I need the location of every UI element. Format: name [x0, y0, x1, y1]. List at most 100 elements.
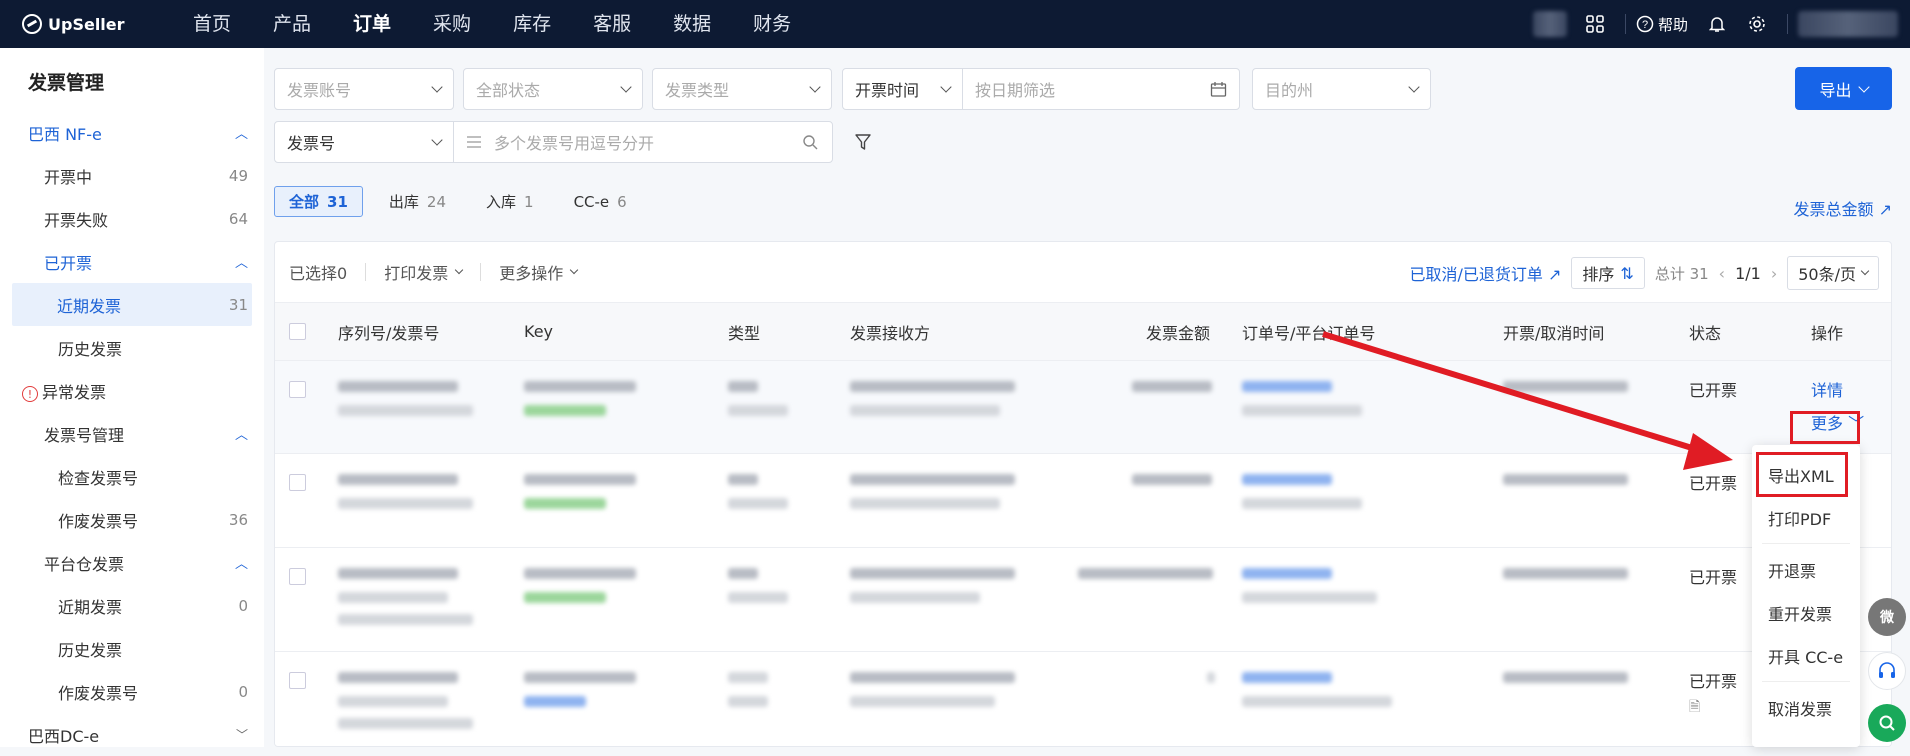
row-checkbox[interactable] [289, 672, 306, 689]
invoice-account-select[interactable]: 发票账号 [274, 68, 454, 110]
sidebar-item-platform-history[interactable]: 历史发票 [0, 627, 264, 670]
blurred-receiver [850, 474, 1015, 485]
gear-icon[interactable] [1746, 13, 1768, 35]
sidebar-group-brazil-nfe[interactable]: 巴西 NF-e ︿ [0, 111, 264, 154]
sidebar-item-history[interactable]: 历史发票 [0, 326, 264, 369]
sidebar-item-recent-invoices[interactable]: 近期发票 31 [12, 283, 252, 326]
table-row[interactable]: 已开票 [275, 548, 1891, 652]
nav-inventory[interactable]: 库存 [492, 0, 572, 48]
sidebar-item-platform-recent[interactable]: 近期发票 0 [0, 584, 264, 627]
menu-print-pdf[interactable]: 打印PDF [1752, 496, 1860, 539]
filter-icon[interactable] [855, 134, 871, 151]
document-icon[interactable]: 🗎 [1689, 696, 1700, 720]
menu-cancel-invoice[interactable]: 取消发票 [1752, 686, 1860, 729]
sidebar-group-brazil-dce[interactable]: 巴西DC-e ﹀ [0, 713, 264, 756]
help-button[interactable]: ? 帮助 [1636, 14, 1688, 35]
prev-page-button[interactable]: ‹ [1719, 264, 1725, 283]
invoice-table: 已选择0 打印发票 更多操作 已取消/已退货订单 ↗ 排序 ⇅ 总计 31 ‹ 1… [274, 241, 1892, 747]
col-amount: 发票金额 [1146, 323, 1211, 343]
sidebar-item-failed[interactable]: 开票失败 64 [0, 197, 264, 240]
chevron-down-icon [620, 81, 632, 93]
search-field-select[interactable]: 发票号 [274, 121, 454, 163]
external-link-icon: ↗ [1878, 200, 1892, 219]
nav-products[interactable]: 产品 [252, 0, 332, 48]
tab-all[interactable]: 全部 31 [274, 186, 363, 217]
invoice-number-search-input[interactable]: 多个发票号用逗号分开 [453, 121, 833, 163]
sidebar-item-platform-void[interactable]: 作废发票号 0 [0, 670, 264, 713]
row-checkbox[interactable] [289, 381, 306, 398]
divider [1762, 681, 1850, 682]
export-button[interactable]: 导出 [1795, 67, 1892, 110]
nav-service[interactable]: 客服 [572, 0, 652, 48]
blurred-key [524, 568, 636, 579]
blurred-shop-switcher[interactable] [1532, 11, 1567, 37]
blurred-receiver [850, 568, 1015, 579]
divider [1787, 14, 1788, 34]
blurred-type-sub [728, 498, 788, 509]
nav-orders[interactable]: 订单 [332, 0, 412, 48]
more-operations-dropdown[interactable]: 更多操作 [499, 260, 579, 284]
blurred-platform-order [1242, 405, 1362, 416]
tab-cce[interactable]: CC-e 6 [560, 186, 641, 217]
sidebar-item-issued[interactable]: 已开票 ︿ [0, 240, 264, 283]
table-row[interactable]: 已开票 🗎 [275, 652, 1891, 746]
sidebar-group-number-mgmt[interactable]: 发票号管理 ︿ [0, 412, 264, 455]
blurred-serial-sub2 [338, 614, 473, 625]
bell-icon[interactable] [1706, 13, 1728, 35]
search-icon[interactable] [802, 134, 818, 150]
select-all-checkbox[interactable] [289, 323, 306, 340]
details-link[interactable]: 详情 [1811, 377, 1843, 401]
sort-button[interactable]: 排序 ⇅ [1571, 257, 1645, 289]
blurred-type-sub [728, 696, 768, 707]
menu-return-invoice[interactable]: 开退票 [1752, 548, 1860, 591]
chevron-down-icon [569, 265, 579, 275]
status-select[interactable]: 全部状态 [463, 68, 643, 110]
menu-issue-cce[interactable]: 开具 CC-e [1752, 634, 1860, 677]
next-page-button[interactable]: › [1771, 264, 1777, 283]
menu-reissue-invoice[interactable]: 重开发票 [1752, 591, 1860, 634]
tab-inbound[interactable]: 入库 1 [472, 186, 548, 217]
row-checkbox[interactable] [289, 474, 306, 491]
sidebar-item-issuing[interactable]: 开票中 49 [0, 154, 264, 197]
app-logo[interactable]: UpSeller [22, 14, 172, 34]
wechat-float-button[interactable]: 微 [1868, 598, 1906, 636]
invoice-type-select[interactable]: 发票类型 [652, 68, 832, 110]
divider [1762, 543, 1850, 544]
apps-grid-icon[interactable] [1584, 13, 1606, 35]
main-nav: 首页 产品 订单 采购 库存 客服 数据 财务 [172, 0, 812, 48]
blurred-key [524, 474, 636, 485]
tab-outbound[interactable]: 出库 24 [375, 186, 460, 217]
main-content: 发票账号 全部状态 发票类型 开票时间 按日期筛选 目的州 导出 发票号 多个发… [274, 48, 1910, 747]
sidebar-item-void-number[interactable]: 作废发票号 36 [0, 498, 264, 541]
print-invoice-dropdown[interactable]: 打印发票 [384, 260, 464, 284]
blurred-amount [1207, 672, 1215, 683]
sort-icon: ⇅ [1620, 263, 1634, 283]
sidebar-item-check-number[interactable]: 检查发票号 [0, 455, 264, 498]
sidebar-item-abnormal[interactable]: ! 异常发票 [0, 369, 264, 412]
sidebar-group-platform[interactable]: 平台仓发票 ︿ [0, 541, 264, 584]
toolbar-right: 已取消/已退货订单 ↗ 排序 ⇅ 总计 31 ‹ 1/1 › 50条/页 [1409, 256, 1879, 290]
destination-state-select[interactable]: 目的州 [1252, 68, 1431, 110]
blurred-platform-order [1242, 696, 1392, 707]
page-size-select[interactable]: 50条/页 [1787, 256, 1879, 290]
blurred-type-sub [728, 592, 788, 603]
nav-data[interactable]: 数据 [652, 0, 732, 48]
nav-finance[interactable]: 财务 [732, 0, 812, 48]
total-amount-link[interactable]: 发票总金额 ↗ [1793, 196, 1892, 220]
time-type-select[interactable]: 开票时间 [842, 68, 963, 110]
row-checkbox[interactable] [289, 568, 306, 585]
blurred-receiver-sub [850, 696, 995, 707]
blurred-key-badge [524, 592, 606, 603]
blurred-serial-sub [338, 405, 473, 416]
table-row[interactable]: 已开票 详情 更多 ﹀ [275, 361, 1891, 454]
chevron-down-icon [454, 265, 464, 275]
cancelled-orders-link[interactable]: 已取消/已退货订单 ↗ [1409, 261, 1561, 285]
headset-support-button[interactable] [1868, 652, 1906, 690]
blurred-user-account[interactable] [1798, 11, 1898, 37]
date-range-input[interactable]: 按日期筛选 [962, 68, 1240, 110]
nav-purchase[interactable]: 采购 [412, 0, 492, 48]
search-float-button[interactable] [1868, 704, 1906, 742]
chevron-down-icon: ﹀ [235, 728, 248, 742]
nav-home[interactable]: 首页 [172, 0, 252, 48]
table-row[interactable]: 已开票 [275, 454, 1891, 548]
